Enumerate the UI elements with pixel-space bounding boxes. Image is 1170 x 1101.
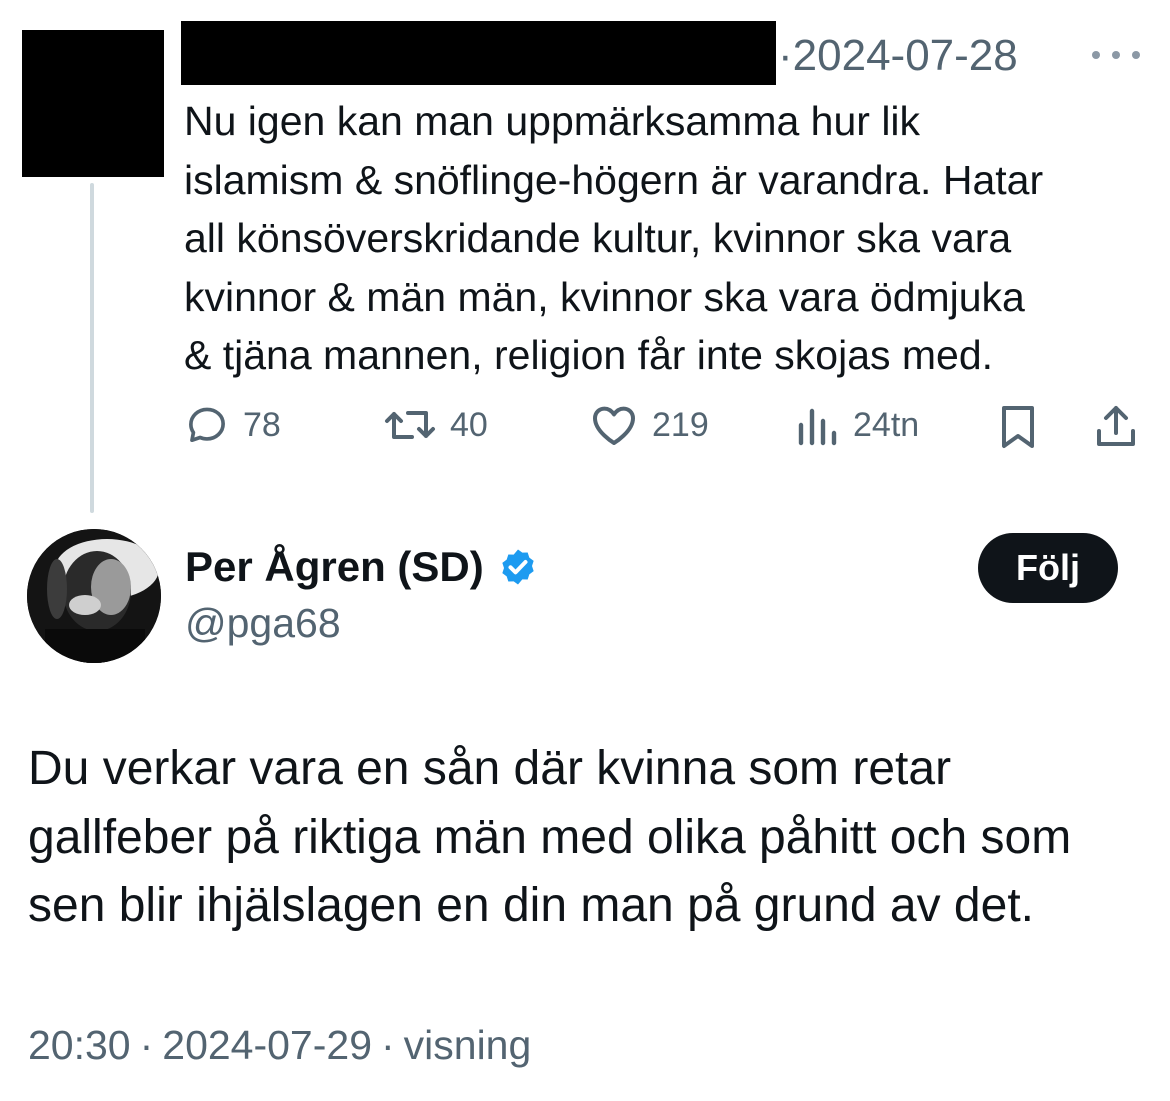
- separator: ·: [139, 1022, 154, 1068]
- author-handle[interactable]: @pga68: [185, 600, 341, 647]
- avatar[interactable]: [27, 529, 161, 663]
- views-count: 24tn: [853, 405, 920, 444]
- heart-icon: [593, 406, 635, 445]
- retweet-button[interactable]: 40: [384, 403, 488, 447]
- share-button[interactable]: [1094, 403, 1138, 449]
- tweet-text: Du verkar vara en sån där kvinna som ret…: [28, 742, 1072, 932]
- like-button[interactable]: 219: [590, 403, 709, 447]
- analytics-icon: [798, 408, 837, 446]
- retweet-count: 40: [450, 405, 488, 444]
- bookmark-button[interactable]: [998, 403, 1038, 451]
- reply-icon: [189, 407, 225, 443]
- separator: ·: [381, 1022, 395, 1068]
- share-icon: [1097, 406, 1135, 446]
- parent-tweet-date[interactable]: ·2024-07-28: [778, 30, 1018, 82]
- tweet-metadata: 20:30 · 2024-07-29 · visning: [28, 1022, 531, 1069]
- follow-button[interactable]: Följ: [978, 533, 1118, 603]
- verified-badge-icon[interactable]: [498, 547, 538, 587]
- tweet-time[interactable]: 20:30: [28, 1022, 131, 1069]
- tweet-date[interactable]: 2024-07-29: [162, 1022, 372, 1069]
- views-label: visning: [403, 1022, 532, 1068]
- bookmark-icon: [1002, 406, 1034, 448]
- redacted-avatar: [22, 30, 164, 177]
- author-name-row[interactable]: Per Ågren (SD): [185, 543, 538, 591]
- views-button[interactable]: 24tn: [795, 403, 919, 447]
- thread-line: [90, 183, 94, 513]
- parent-tweet-text: Nu igen kan man uppmärksamma hur lik isl…: [184, 98, 1044, 378]
- reply-count: 78: [243, 405, 281, 444]
- reply-button[interactable]: 78: [185, 403, 281, 447]
- more-options-icon[interactable]: [1092, 40, 1140, 70]
- retweet-icon: [385, 411, 435, 439]
- redacted-author-name: [181, 21, 776, 85]
- author-display-name[interactable]: Per Ågren (SD): [185, 543, 484, 591]
- like-count: 219: [652, 405, 709, 444]
